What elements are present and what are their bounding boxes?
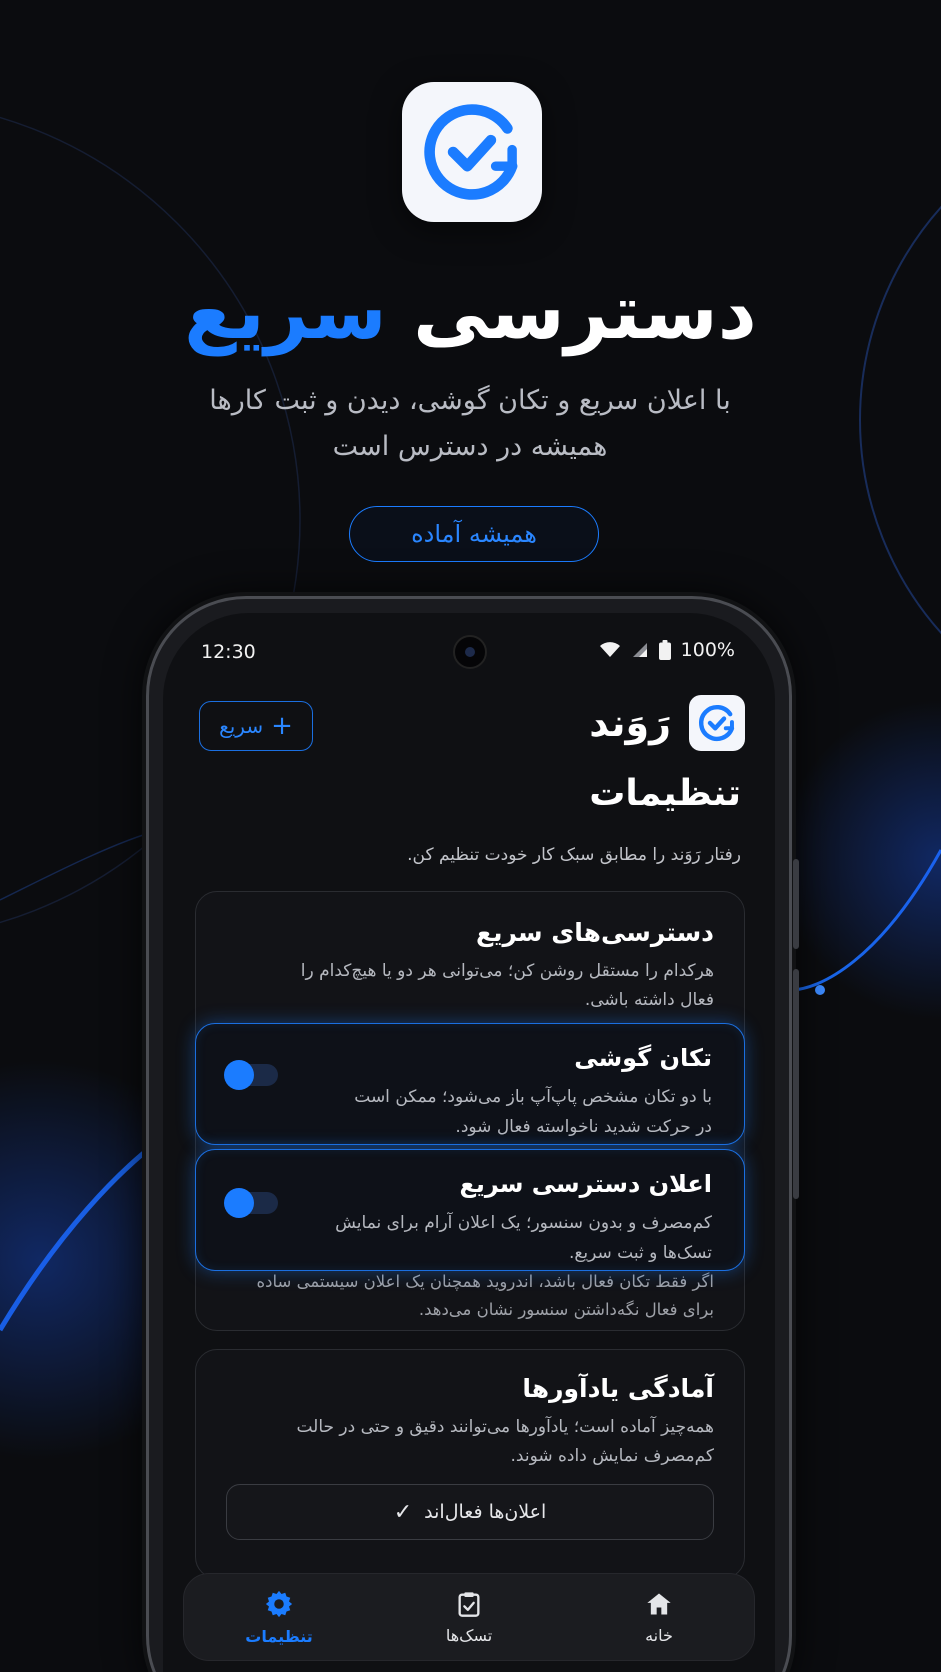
nav-settings[interactable]: تنظیمات: [219, 1589, 339, 1646]
reminders-desc: همه‌چیز آماده است؛ یادآورها می‌توانند دق…: [214, 1413, 714, 1471]
battery-icon: [658, 640, 671, 660]
nav-settings-label: تنظیمات: [245, 1626, 313, 1646]
reminders-desc-line1: همه‌چیز آماده است؛ یادآورها می‌توانند دق…: [296, 1417, 714, 1437]
quick-access-footnote: اگر فقط تکان فعال باشد، اندروید همچنان ی…: [214, 1268, 714, 1324]
always-ready-badge: همیشه آماده: [349, 506, 599, 562]
quick-add-label: سریع: [219, 714, 264, 738]
quick-add-button[interactable]: + سریع: [199, 701, 313, 751]
hero-title: دسترسی سریع: [0, 262, 941, 362]
nav-tasks[interactable]: تسک‌ها: [409, 1590, 529, 1645]
notification-desc: کم‌مصرف و بدون سنسور؛ یک اعلان آرام برای…: [312, 1208, 712, 1268]
notification-desc-line1: کم‌مصرف و بدون سنسور؛ یک اعلان آرام برای…: [335, 1213, 712, 1233]
hero-subtitle-line2: همیشه در دسترس است: [332, 431, 608, 462]
quick-access-desc: هرکدام را مستقل روشن کن؛ می‌توانی هر دو …: [254, 957, 714, 1015]
quick-access-desc-line1: هرکدام را مستقل روشن کن؛ می‌توانی هر دو …: [300, 961, 714, 981]
notifications-enabled-label: اعلان‌ها فعال‌اند: [424, 1501, 547, 1523]
gear-icon: [265, 1590, 293, 1617]
nav-home[interactable]: خانه: [599, 1590, 719, 1645]
hero-title-accent: سریع: [184, 267, 387, 356]
status-time: 12:30: [201, 641, 256, 663]
notification-toggle-row[interactable]: اعلان دسترسی سریع کم‌مصرف و بدون سنسور؛ …: [195, 1149, 745, 1271]
reminders-title: آمادگی یادآورها: [522, 1374, 714, 1403]
bottom-nav: خانه تسک‌ها تنظیمات: [183, 1573, 755, 1661]
shake-desc-line2: در حرکت شدید ناخواسته فعال شود.: [455, 1117, 712, 1137]
status-icons: 100%: [599, 639, 735, 661]
reminders-card: آمادگی یادآورها همه‌چیز آماده است؛ یادآو…: [195, 1349, 745, 1579]
page-subtitle: رفتار رَوَند را مطابق سبک کار خودت تنظیم…: [407, 845, 741, 865]
shake-title: تکان گوشی: [574, 1044, 712, 1072]
check-circle-arrow-icon: [424, 104, 518, 200]
nav-home-label: خانه: [645, 1625, 673, 1645]
page-title: تنظیمات: [589, 773, 741, 814]
footnote-line2: برای فعال نگه‌داشتن سنسور نشان می‌دهد.: [418, 1300, 714, 1319]
phone-screen: 12:30 100% + سریع رَوَند تنظیمات رفتار ر…: [163, 613, 775, 1672]
plus-icon: +: [271, 711, 293, 741]
app-header: + سریع رَوَند: [163, 693, 775, 753]
hero-subtitle-line1: با اعلان سریع و تکان گوشی، دیدن و ثبت کا…: [209, 385, 731, 416]
check-icon: ✓: [393, 1499, 413, 1525]
shake-toggle-row[interactable]: تکان گوشی با دو تکان مشخص پاپ‌آپ باز می‌…: [195, 1023, 745, 1145]
switch-knob: [224, 1060, 254, 1090]
footnote-line1: اگر فقط تکان فعال باشد، اندروید همچنان ی…: [256, 1272, 714, 1291]
battery-percent: 100%: [680, 639, 735, 661]
brand-name: رَوَند: [589, 701, 671, 745]
clipboard-icon: [458, 1591, 480, 1617]
home-icon: [647, 1593, 671, 1614]
brand: رَوَند: [589, 695, 745, 751]
wifi-icon: [599, 642, 620, 657]
notification-switch[interactable]: [224, 1188, 278, 1218]
brand-logo: [689, 695, 745, 751]
hero-subtitle: با اعلان سریع و تکان گوشی، دیدن و ثبت کا…: [170, 378, 770, 470]
phone-volume-button: [793, 969, 799, 1139]
shake-desc-line1: با دو تکان مشخص پاپ‌آپ باز می‌شود؛ ممکن …: [354, 1087, 712, 1107]
front-camera: [453, 635, 487, 669]
check-circle-arrow-icon: [699, 704, 735, 742]
notifications-enabled-button[interactable]: اعلان‌ها فعال‌اند ✓: [226, 1484, 714, 1540]
app-logo: [402, 82, 542, 222]
signal-icon: [632, 643, 647, 657]
phone-side-button: [793, 859, 799, 949]
reminders-desc-line2: کم‌مصرف نمایش داده شوند.: [510, 1446, 714, 1466]
quick-access-desc-line2: فعال داشته باشی.: [584, 990, 714, 1010]
nav-tasks-label: تسک‌ها: [445, 1625, 493, 1645]
switch-knob: [224, 1188, 254, 1218]
phone-power-button: [793, 1119, 799, 1199]
shake-desc: با دو تکان مشخص پاپ‌آپ باز می‌شود؛ ممکن …: [312, 1082, 712, 1142]
shake-switch[interactable]: [224, 1060, 278, 1090]
phone-mockup: 12:30 100% + سریع رَوَند تنظیمات رفتار ر…: [146, 596, 799, 1672]
notification-desc-line2: تسک‌ها و ثبت سریع.: [568, 1243, 712, 1263]
status-bar: 12:30 100%: [163, 613, 775, 673]
quick-access-title: دسترسی‌های سریع: [476, 918, 714, 947]
hero-title-main: دسترسی: [413, 267, 757, 356]
notification-title: اعلان دسترسی سریع: [459, 1170, 712, 1198]
